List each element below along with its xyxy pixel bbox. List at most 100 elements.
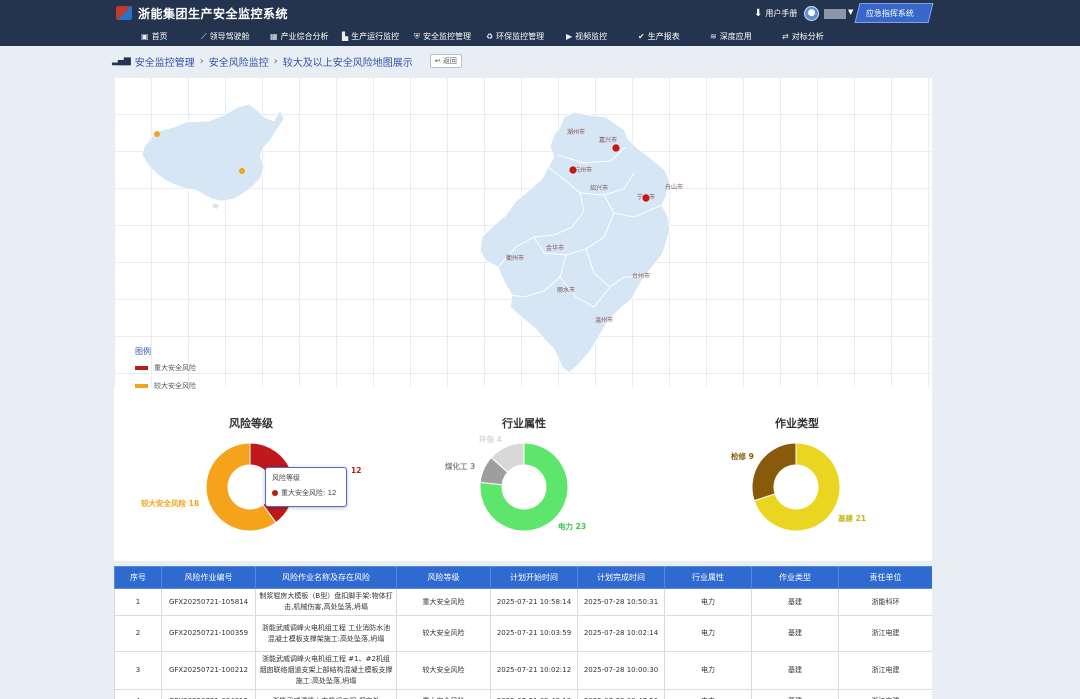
nav-item-deep-application[interactable]: ≋ 深度应用: [710, 31, 752, 42]
column-header[interactable]: 计划完成时间: [577, 566, 665, 589]
table-cell: GFX20250721-100212: [161, 651, 256, 690]
table-cell: 浙江电建: [838, 615, 932, 652]
check-icon: ✔: [638, 32, 645, 41]
city-label: 绍兴市: [590, 184, 608, 192]
table-cell: 基建: [751, 651, 839, 690]
nav-item-benchmark[interactable]: ⇄ 对标分析: [782, 31, 824, 42]
table-cell: 重大安全风险: [396, 689, 491, 699]
risk-label-large: 较大安全风险 18: [141, 499, 200, 508]
table-cell: 制浆辊房大模板（B型）盘扣脚手架:物体打击,机械伤害,高处坠落,坍塌: [255, 588, 397, 616]
table-cell: 浙能武威调峰火电机组工程 烟囱外: [255, 689, 397, 699]
user-manual-link[interactable]: ⬇ 用户手册: [754, 8, 797, 19]
column-header[interactable]: 风险作业编号: [161, 566, 256, 589]
table-cell: 2025-07-21 10:58:14: [490, 588, 578, 616]
map-area[interactable]: 湖州市 嘉兴市 杭州市 绍兴市 舟山市 宁波市 金华市 衢州市 台州市 丽水市 …: [114, 77, 932, 387]
chart-title-risk: 风险等级: [229, 417, 273, 430]
factory-icon: ▙: [342, 32, 349, 41]
risk-table: 序号 风险作业编号 风险作业名称及存在风险 风险等级 计划开始时间 计划完成时间…: [114, 566, 932, 699]
table-cell: 浙江电建: [838, 689, 932, 699]
table-cell: 1: [114, 588, 162, 616]
column-header[interactable]: 行业属性: [664, 566, 752, 589]
table-row[interactable]: 4 GFX20250721-094812 浙能武威调峰火电机组工程 烟囱外 重大…: [114, 689, 932, 699]
table-cell: 4: [114, 689, 162, 699]
chart-title-work: 作业类型: [775, 417, 819, 430]
chart-tooltip: 风险等级 重大安全风险: 12: [265, 467, 347, 507]
company-logo: [116, 6, 132, 20]
nav-item-cockpit[interactable]: ⟋ 领导驾驶舱: [201, 31, 250, 42]
table-cell: 电力: [664, 588, 752, 616]
table-cell: 2025-07-21 09:48:12: [490, 689, 578, 699]
legend-title: 图例: [135, 347, 151, 356]
nav-item-industry-analysis[interactable]: ▦ 产业综合分析: [270, 31, 329, 42]
city-label: 温州市: [595, 316, 613, 324]
china-map: [141, 103, 285, 202]
chevron-down-icon[interactable]: ▼: [848, 8, 853, 16]
industry-label-coal: 煤化工 3: [445, 462, 476, 471]
table-cell: 2025-07-21 10:02:12: [490, 651, 578, 690]
avatar[interactable]: ●: [804, 6, 819, 21]
table-cell: 浙能科环: [838, 588, 932, 616]
industry-label-power: 电力 23: [558, 522, 587, 531]
recycle-icon: ♻: [486, 32, 494, 41]
column-header[interactable]: 序号: [114, 566, 162, 589]
nav-item-video-monitor[interactable]: ▶ 视频监控: [566, 31, 607, 42]
table-cell: 电力: [664, 651, 752, 690]
column-header[interactable]: 计划开始时间: [490, 566, 578, 589]
table-row[interactable]: 3 GFX20250721-100212 浙能武威调峰火电机组工程 #1、#2机…: [114, 651, 932, 690]
table-cell: 浙能武威调峰火电机组工程 工业消防水池混凝土模板支撑架施工:高处坠落,坍塌: [255, 615, 397, 652]
compare-icon: ⇄: [782, 32, 789, 41]
nav-item-safety-monitor[interactable]: ⛨ 安全监控管理: [414, 31, 471, 42]
video-icon: ▶: [566, 32, 573, 41]
user-name[interactable]: [824, 9, 846, 19]
table-cell: 2025-07-28 09:47:50: [577, 689, 665, 699]
legend-item-large[interactable]: 较大安全风险: [135, 381, 196, 391]
city-label: 丽水市: [557, 286, 575, 294]
nav-item-production-monitor[interactable]: ▙ 生产运行监控: [342, 31, 399, 42]
breadcrumb-item-current: 较大及以上安全风险地图展示: [282, 57, 413, 69]
back-button[interactable]: ↩ 返回: [429, 54, 462, 68]
china-marker: [154, 131, 160, 137]
app-title: 浙能集团生产安全监控系统: [138, 7, 289, 21]
city-label: 湖州市: [567, 128, 585, 136]
nav-item-home[interactable]: ▣ 首页: [141, 31, 168, 42]
main-panel: 湖州市 嘉兴市 杭州市 绍兴市 舟山市 宁波市 金华市 衢州市 台州市 丽水市 …: [114, 77, 932, 561]
work-label-construction: 基建 21: [838, 514, 867, 523]
industry-label-env: 环保 4: [479, 435, 502, 444]
column-header[interactable]: 作业类型: [751, 566, 839, 589]
nav-item-production-report[interactable]: ✔ 生产报表: [638, 31, 680, 42]
legend-item-major[interactable]: 重大安全风险: [135, 363, 196, 373]
emergency-command-button[interactable]: 应急指挥系统: [854, 3, 934, 23]
column-header[interactable]: 风险作业名称及存在风险: [255, 566, 397, 589]
china-marker: [239, 168, 245, 174]
column-header[interactable]: 风险等级: [396, 566, 491, 589]
table-header-row: 序号 风险作业编号 风险作业名称及存在风险 风险等级 计划开始时间 计划完成时间…: [114, 566, 932, 589]
column-header[interactable]: 责任单位: [838, 566, 932, 589]
table-cell: GFX20250721-105814: [161, 588, 256, 616]
zhejiang-map: [479, 111, 671, 374]
table-cell: 2: [114, 615, 162, 652]
city-label: 嘉兴市: [599, 136, 617, 144]
city-label: 台州市: [632, 272, 650, 280]
nav-item-environment-monitor[interactable]: ♻ 环保监控管理: [486, 31, 544, 42]
major-risk-marker: [641, 193, 651, 203]
table-cell: 电力: [664, 689, 752, 699]
breadcrumb-item-safety[interactable]: 安全监控管理: [135, 54, 195, 69]
table-cell: 浙能武威调峰火电机组工程 #1、#2机组烟囱联络烟道支架上部结构混凝土模板支撑施…: [255, 651, 397, 690]
work-donut-chart[interactable]: [750, 441, 842, 533]
shield-icon: ⛨: [414, 31, 420, 41]
user-manual-label: 用户手册: [765, 9, 798, 18]
donut-slice-检修[interactable]: [751, 442, 797, 502]
table-cell: 2025-07-28 10:00:30: [577, 651, 665, 690]
chart-title-industry: 行业属性: [502, 417, 546, 430]
city-label: 衢州市: [506, 254, 524, 262]
table-cell: 浙江电建: [838, 651, 932, 690]
breadcrumb-item-risk[interactable]: 安全风险监控: [209, 54, 269, 69]
grid-icon: ▦: [270, 32, 278, 41]
chevron-right-icon: ›: [199, 55, 204, 67]
industry-donut-chart[interactable]: [478, 441, 570, 533]
chevron-right-icon: ›: [273, 55, 278, 67]
risk-label-major: 12: [351, 466, 362, 475]
main-nav: ▣ 首页 ⟋ 领导驾驶舱 ▦ 产业综合分析 ▙ 生产运行监控 ⛨ 安全监控管理 ♻ 环保监控…: [0, 28, 1080, 46]
table-row[interactable]: 1 GFX20250721-105814 制浆辊房大模板（B型）盘扣脚手架:物体…: [114, 588, 932, 616]
table-row[interactable]: 2 GFX20250721-100359 浙能武威调峰火电机组工程 工业消防水池…: [114, 615, 932, 652]
